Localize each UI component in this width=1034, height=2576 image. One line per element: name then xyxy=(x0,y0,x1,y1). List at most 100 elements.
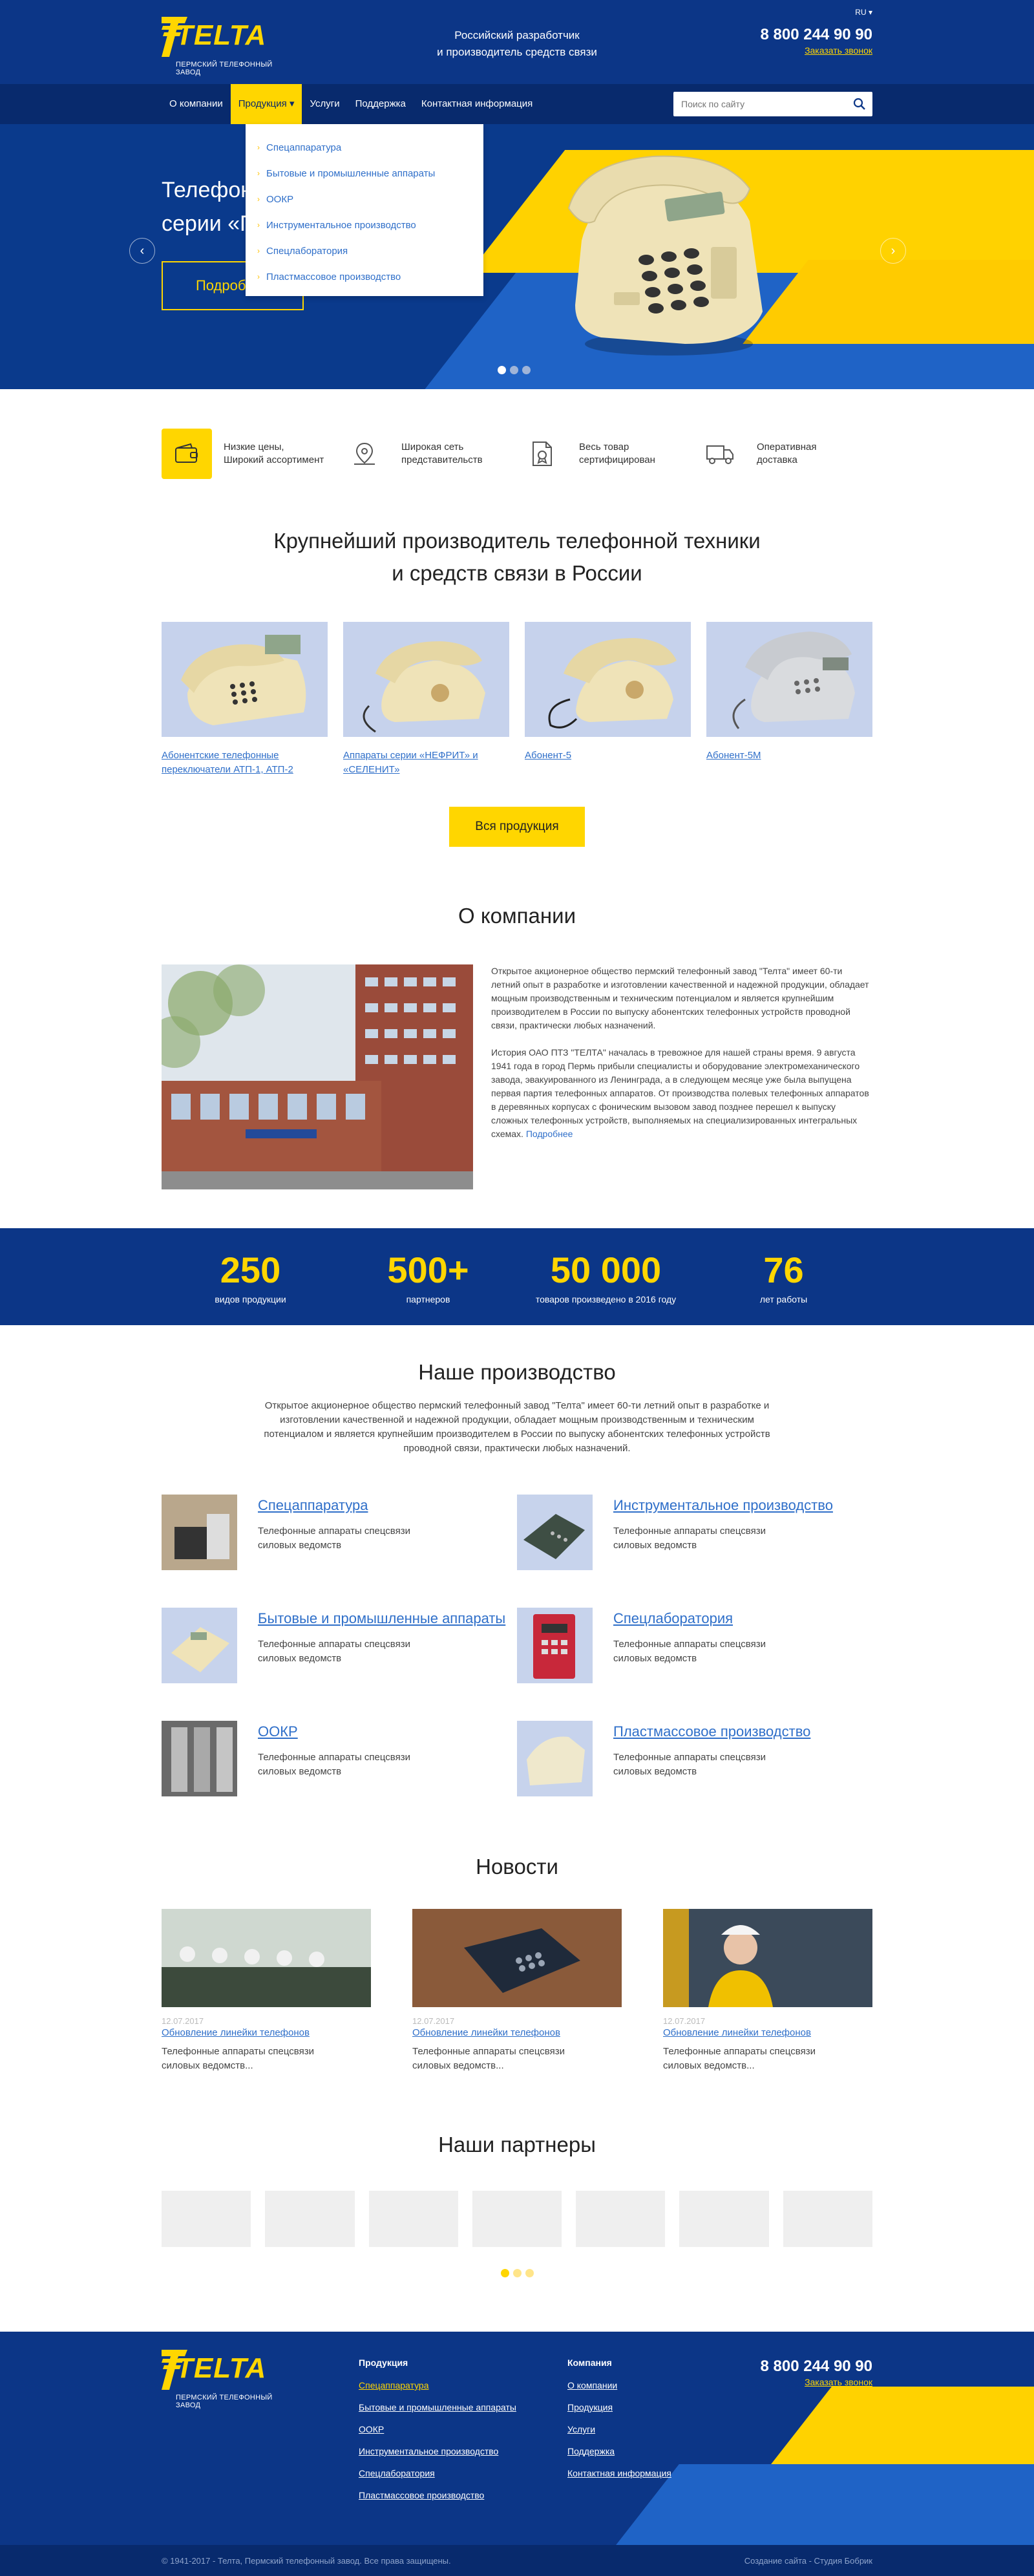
partners-dot[interactable] xyxy=(500,2269,509,2277)
product-card[interactable]: Аппараты серии «НЕФРИТ» и «СЕЛЕНИТ» xyxy=(343,622,509,777)
partner-logo[interactable] xyxy=(368,2191,458,2247)
partner-logo[interactable] xyxy=(265,2191,355,2247)
dropdown-item[interactable]: › ООКР xyxy=(246,186,483,212)
production-image[interactable] xyxy=(162,1495,237,1570)
dropdown-item[interactable]: › Спецлаборатория xyxy=(246,238,483,264)
footer-phone[interactable]: 8 800 244 90 90 xyxy=(761,2358,873,2376)
footer-logo[interactable]: TELTA ПЕРМСКИЙ ТЕЛЕФОННЫЙ ЗАВОД xyxy=(162,2350,291,2409)
production-title-link[interactable]: Бытовые и промышленные аппараты xyxy=(258,1610,505,1627)
dropdown-item[interactable]: › Инструментальное производство xyxy=(246,212,483,238)
header-phone[interactable]: 8 800 244 90 90 xyxy=(761,26,873,44)
all-products-button[interactable]: Вся продукция xyxy=(449,807,585,847)
partner-logo[interactable] xyxy=(472,2191,562,2247)
nav-item-products[interactable]: Продукция ▾ xyxy=(230,84,302,124)
footer-link[interactable]: Бытовые и промышленные аппараты xyxy=(359,2396,516,2418)
news-link[interactable]: Обновление линейки телефонов xyxy=(412,2027,622,2038)
logo-text: TELTA xyxy=(176,19,267,51)
product-image[interactable] xyxy=(525,622,691,737)
product-image[interactable] xyxy=(343,622,509,737)
product-card[interactable]: Абонентские телефонные переключатели АТП… xyxy=(162,622,328,777)
production-title-link[interactable]: Спецаппаратура xyxy=(258,1497,410,1514)
slider-dots xyxy=(498,366,531,374)
news-link[interactable]: Обновление линейки телефонов xyxy=(663,2027,872,2038)
footer-link[interactable]: ООКР xyxy=(359,2418,516,2440)
production-image[interactable] xyxy=(517,1721,593,1796)
footer-products-col: Продукция Спецаппаратура Бытовые и промы… xyxy=(359,2358,516,2506)
dropdown-link[interactable]: Спецлаборатория xyxy=(266,246,348,257)
product-card[interactable]: Абонент-5М xyxy=(706,622,872,777)
footer-col-title: Продукция xyxy=(359,2358,408,2368)
partner-logo[interactable] xyxy=(576,2191,666,2247)
slider-next-icon[interactable]: › xyxy=(880,238,906,264)
product-image[interactable] xyxy=(162,622,328,737)
nav-item-support[interactable]: Поддержка xyxy=(348,84,414,124)
dropdown-link[interactable]: Спецаппаратура xyxy=(266,142,341,153)
production-title-link[interactable]: Пластмассовое производство xyxy=(613,1723,810,1740)
slider-prev-icon[interactable]: ‹ xyxy=(129,238,155,264)
production-desc: Телефонные аппараты спецсвязи силовых ве… xyxy=(613,1752,766,1777)
production-desc: Телефонные аппараты спецсвязи силовых ве… xyxy=(258,1752,410,1777)
production-title-link[interactable]: ООКР xyxy=(258,1723,410,1740)
slider-dot[interactable] xyxy=(498,366,506,374)
production-image[interactable] xyxy=(517,1495,593,1570)
footer-link[interactable]: Контактная информация xyxy=(567,2462,671,2484)
dropdown-link[interactable]: Инструментальное производство xyxy=(266,220,416,231)
partners-dot[interactable] xyxy=(512,2269,522,2277)
footer-link[interactable]: Спецлаборатория xyxy=(359,2462,516,2484)
news-link[interactable]: Обновление линейки телефонов xyxy=(162,2027,371,2038)
footer-link[interactable]: Продукция xyxy=(567,2396,671,2418)
tagline: Российский разработчик и производитель с… xyxy=(420,27,614,61)
product-image[interactable] xyxy=(706,622,872,737)
search-input[interactable] xyxy=(673,92,841,116)
news-card: 12.07.2017 Обновление линейки телефонов … xyxy=(162,1909,371,2073)
partner-logo[interactable] xyxy=(679,2191,769,2247)
production-title-link[interactable]: Спецлаборатория xyxy=(613,1610,766,1627)
partners-dot[interactable] xyxy=(525,2269,534,2277)
nav-item-contacts[interactable]: Контактная информация xyxy=(414,84,540,124)
footer-link[interactable]: Спецаппаратура xyxy=(359,2374,516,2396)
dropdown-link[interactable]: Бытовые и промышленные аппараты xyxy=(266,168,435,179)
callback-link[interactable]: Заказать звонок xyxy=(805,45,872,56)
about-heading: О компании xyxy=(458,904,576,928)
footer-link[interactable]: Пластмассовое производство xyxy=(359,2484,516,2506)
language-switcher[interactable]: RU ▾ xyxy=(855,8,872,17)
nav-item-services[interactable]: Услуги xyxy=(302,84,347,124)
slider-dot[interactable] xyxy=(510,366,518,374)
truck-icon xyxy=(695,429,745,479)
footer-callback-link[interactable]: Заказать звонок xyxy=(805,2377,872,2387)
product-link[interactable]: Абонентские телефонные переключатели АТП… xyxy=(162,749,328,777)
about-paragraph-text: История ОАО ПТЗ "ТЕЛТА" началась в трево… xyxy=(491,1047,869,1139)
dropdown-item[interactable]: › Спецаппаратура xyxy=(246,134,483,160)
telta-logo[interactable]: TELTA ПЕРМСКИЙ ТЕЛЕФОННЫЙ ЗАВОД xyxy=(162,17,291,76)
search-icon[interactable] xyxy=(853,98,866,111)
dropdown-link[interactable]: ООКР xyxy=(266,194,293,205)
footer-link[interactable]: Поддержка xyxy=(567,2440,671,2462)
news-image[interactable] xyxy=(663,1909,872,2007)
credit-link[interactable]: Создание сайта xyxy=(744,2556,807,2566)
dropdown-link[interactable]: Пластмассовое производство xyxy=(266,271,401,282)
news-image[interactable] xyxy=(412,1909,622,2007)
products-row: Абонентские телефонные переключатели АТП… xyxy=(162,622,872,777)
about-more-link[interactable]: Подробнее xyxy=(526,1129,573,1139)
dropdown-item[interactable]: › Бытовые и промышленные аппараты xyxy=(246,160,483,186)
news-image[interactable] xyxy=(162,1909,371,2007)
footer-link[interactable]: Инструментальное производство xyxy=(359,2440,516,2462)
product-link[interactable]: Абонент-5М xyxy=(706,749,872,763)
stat-label: видов продукции xyxy=(215,1294,286,1304)
footer-link[interactable]: Услуги xyxy=(567,2418,671,2440)
production-image[interactable] xyxy=(162,1721,237,1796)
production-image[interactable] xyxy=(517,1608,593,1683)
dropdown-item[interactable]: › Пластмассовое производство xyxy=(246,264,483,290)
product-card[interactable]: Абонент-5 xyxy=(525,622,691,777)
production-image[interactable] xyxy=(162,1608,237,1683)
slider-dot[interactable] xyxy=(522,366,531,374)
product-link[interactable]: Аппараты серии «НЕФРИТ» и «СЕЛЕНИТ» xyxy=(343,749,509,777)
product-link[interactable]: Абонент-5 xyxy=(525,749,691,763)
partner-logo[interactable] xyxy=(162,2191,251,2247)
partner-logo[interactable] xyxy=(783,2191,872,2247)
news-card: 12.07.2017 Обновление линейки телефонов … xyxy=(663,1909,872,2073)
tagline-line-1: Российский разработчик xyxy=(454,29,580,41)
production-title-link[interactable]: Инструментальное производство xyxy=(613,1497,833,1514)
nav-item-about[interactable]: О компании xyxy=(162,84,231,124)
footer-link[interactable]: О компании xyxy=(567,2374,671,2396)
